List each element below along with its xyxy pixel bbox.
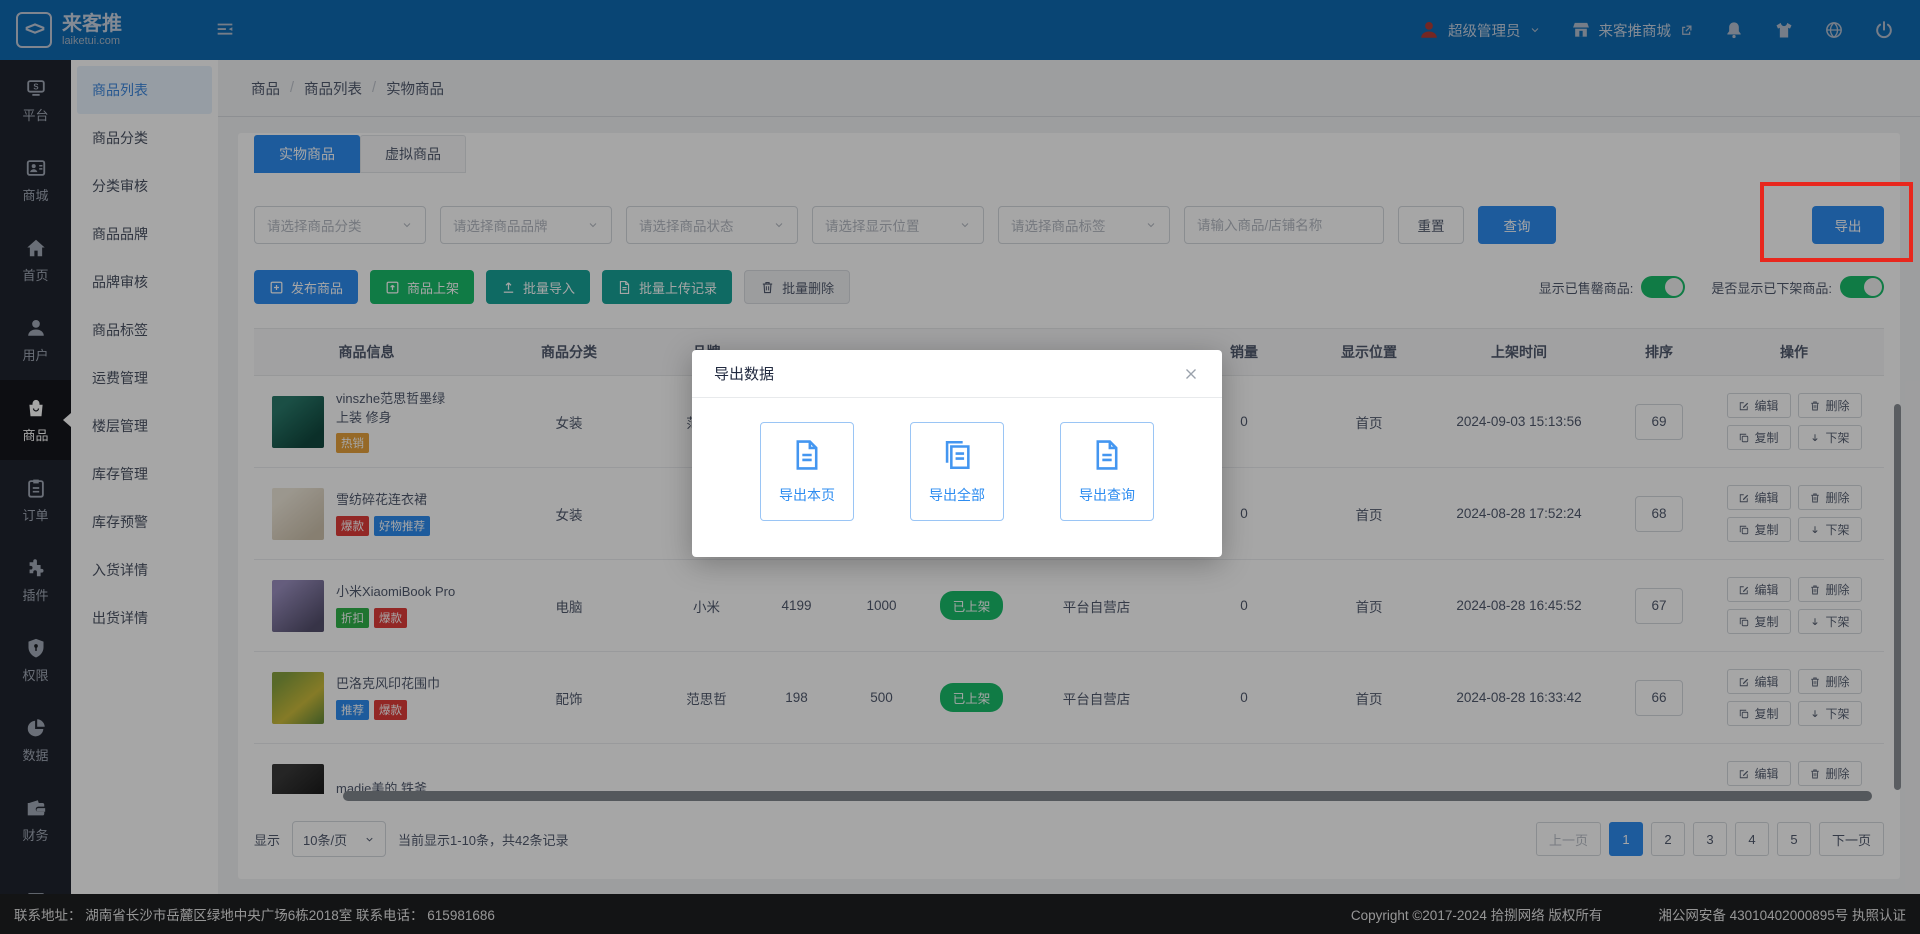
doc-icon — [1090, 438, 1124, 472]
modal-title: 导出数据 — [714, 363, 774, 384]
close-icon[interactable] — [1182, 365, 1200, 383]
doc-icon — [790, 438, 824, 472]
option-label: 导出全部 — [929, 485, 985, 505]
导出查询-option[interactable]: 导出查询 — [1060, 422, 1154, 521]
admin-page: <> 来客推 laiketui.com 超级管理员 来客推商城 S — [0, 0, 1920, 934]
docs-icon — [940, 438, 974, 472]
modal-header: 导出数据 — [692, 350, 1222, 398]
导出全部-option[interactable]: 导出全部 — [910, 422, 1004, 521]
modal-body: 导出本页 导出全部 导出查询 — [692, 398, 1222, 521]
option-label: 导出本页 — [779, 485, 835, 505]
导出本页-option[interactable]: 导出本页 — [760, 422, 854, 521]
export-modal: 导出数据 导出本页 导出全部 导出查询 — [692, 350, 1222, 557]
option-label: 导出查询 — [1079, 485, 1135, 505]
